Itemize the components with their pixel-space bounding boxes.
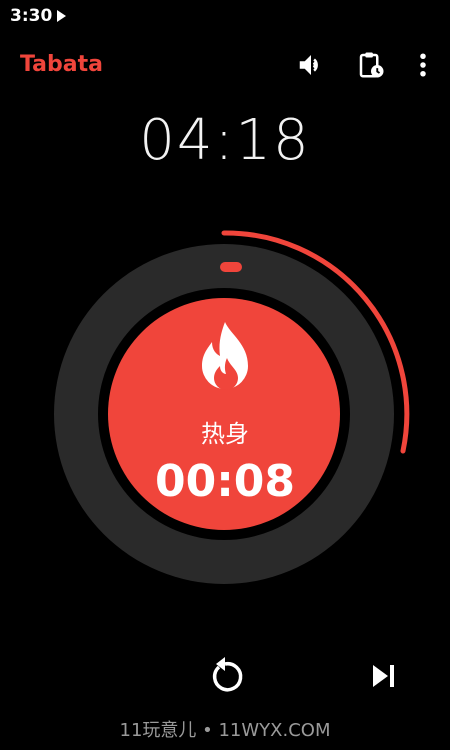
phase-label: 热身 xyxy=(201,420,249,448)
app-screen: 3:30 Tabata 04:18 热身 00:08 11玩意儿 • 11WYX… xyxy=(0,0,450,750)
watermark: 11玩意儿 • 11WYX.COM xyxy=(119,720,331,741)
skip-next-button[interactable] xyxy=(368,660,400,692)
skip-next-icon xyxy=(373,665,394,687)
status-bar: 3:30 xyxy=(0,0,450,32)
dial-graphic xyxy=(54,230,410,584)
clipboard-clock-icon[interactable] xyxy=(356,50,386,80)
play-icon xyxy=(57,10,66,22)
app-title: Tabata xyxy=(20,52,103,77)
app-bar: Tabata xyxy=(0,40,450,92)
more-vert-icon[interactable] xyxy=(408,50,438,80)
position-marker xyxy=(220,262,242,272)
flame-icon xyxy=(202,322,248,390)
total-time: 04:18 xyxy=(139,108,311,173)
timer-dial xyxy=(0,220,450,600)
status-time: 3:30 xyxy=(10,6,53,26)
phase-countdown: 00:08 xyxy=(154,456,296,507)
volume-icon[interactable] xyxy=(296,50,326,80)
restart-icon xyxy=(212,657,243,692)
restart-button[interactable] xyxy=(205,655,245,697)
